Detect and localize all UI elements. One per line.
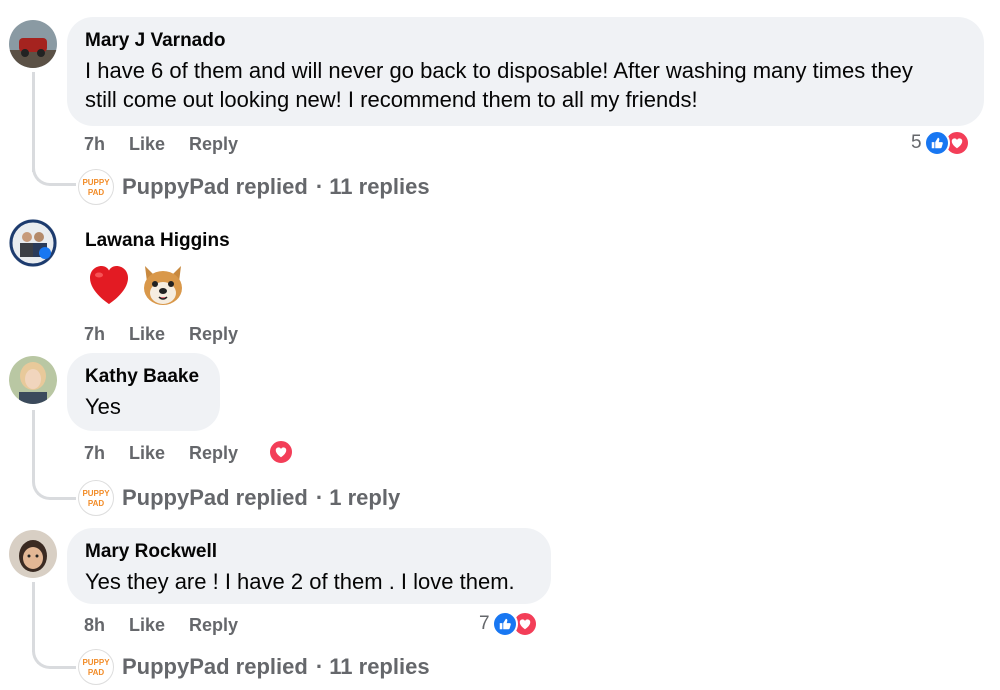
thread-connector bbox=[32, 476, 76, 500]
thread-connector bbox=[32, 645, 76, 669]
comment-emojis bbox=[86, 260, 188, 310]
comment-actions: 7h Like Reply bbox=[84, 324, 238, 345]
comment-text: I have 6 of them and will never go back … bbox=[85, 58, 913, 83]
puppypad-logo: PUPPY PAD bbox=[78, 649, 114, 685]
like-button[interactable]: Like bbox=[129, 134, 165, 155]
svg-text:PUPPY: PUPPY bbox=[82, 658, 110, 667]
svg-text:PUPPY: PUPPY bbox=[82, 178, 110, 187]
like-button[interactable]: Like bbox=[129, 324, 165, 345]
reaction-count: 7 bbox=[479, 613, 490, 634]
like-button[interactable]: Like bbox=[129, 443, 165, 464]
reply-count: · 1 reply bbox=[315, 485, 401, 510]
comment-bubble: Kathy Baake Yes bbox=[67, 353, 220, 431]
reaction-count: 5 bbox=[911, 132, 922, 153]
svg-text:PAD: PAD bbox=[88, 668, 105, 677]
love-reaction-icon bbox=[268, 439, 294, 465]
comment-timestamp[interactable]: 7h bbox=[84, 134, 105, 155]
reply-button[interactable]: Reply bbox=[189, 134, 238, 155]
comment-actions: 7h Like Reply bbox=[84, 134, 238, 155]
avatar[interactable] bbox=[9, 20, 57, 68]
red-heart-emoji bbox=[90, 266, 128, 304]
puppypad-logo: PUPPY PAD bbox=[78, 480, 114, 516]
comment-author[interactable]: Mary Rockwell bbox=[85, 540, 533, 564]
comment-author[interactable]: Lawana Higgins bbox=[85, 229, 230, 253]
reaction-summary[interactable] bbox=[268, 439, 294, 465]
comment-timestamp[interactable]: 7h bbox=[84, 324, 105, 345]
avatar[interactable] bbox=[9, 530, 57, 578]
comment-timestamp[interactable]: 8h bbox=[84, 615, 105, 636]
comment-actions: 7h Like Reply bbox=[84, 443, 238, 464]
svg-text:PAD: PAD bbox=[88, 499, 105, 508]
comment-text: Yes bbox=[85, 394, 121, 419]
thread-line bbox=[32, 410, 35, 482]
dog-face-emoji bbox=[144, 266, 182, 305]
comment-bubble: Mary Rockwell Yes they are ! I have 2 of… bbox=[67, 528, 551, 604]
thread-line bbox=[32, 72, 35, 172]
replier-name: PuppyPad replied bbox=[122, 174, 308, 199]
reply-button[interactable]: Reply bbox=[189, 615, 238, 636]
comment-text: Yes they are ! I have 2 of them . I love… bbox=[85, 569, 515, 594]
view-replies-link[interactable]: PUPPY PAD PuppyPad replied · 1 reply bbox=[78, 480, 400, 516]
svg-text:PUPPY: PUPPY bbox=[82, 489, 110, 498]
reaction-summary[interactable]: 7 bbox=[479, 611, 538, 637]
comment-timestamp[interactable]: 7h bbox=[84, 443, 105, 464]
thread-connector bbox=[32, 162, 76, 186]
avatar[interactable] bbox=[9, 219, 57, 267]
comment-text: still come out looking new! I recommend … bbox=[85, 87, 698, 112]
reply-button[interactable]: Reply bbox=[189, 443, 238, 464]
comment-actions: 8h Like Reply bbox=[84, 615, 238, 636]
like-reaction-icon bbox=[923, 130, 950, 156]
like-button[interactable]: Like bbox=[129, 615, 165, 636]
puppypad-logo: PUPPY PAD bbox=[78, 169, 114, 205]
replier-name: PuppyPad replied bbox=[122, 654, 308, 679]
comment-bubble: Mary J Varnado I have 6 of them and will… bbox=[67, 17, 984, 126]
replier-name: PuppyPad replied bbox=[122, 485, 308, 510]
reply-count: · 11 replies bbox=[315, 654, 430, 679]
avatar[interactable] bbox=[9, 356, 57, 404]
reply-button[interactable]: Reply bbox=[189, 324, 238, 345]
reaction-summary[interactable]: 5 bbox=[911, 130, 970, 156]
view-replies-link[interactable]: PUPPY PAD PuppyPad replied · 11 replies bbox=[78, 169, 430, 205]
comment-author[interactable]: Kathy Baake bbox=[85, 365, 202, 389]
like-reaction-icon bbox=[491, 611, 518, 637]
svg-text:PAD: PAD bbox=[88, 188, 105, 197]
view-replies-link[interactable]: PUPPY PAD PuppyPad replied · 11 replies bbox=[78, 649, 430, 685]
comment-author[interactable]: Mary J Varnado bbox=[85, 29, 966, 53]
reply-count: · 11 replies bbox=[315, 174, 430, 199]
thread-line bbox=[32, 582, 35, 652]
